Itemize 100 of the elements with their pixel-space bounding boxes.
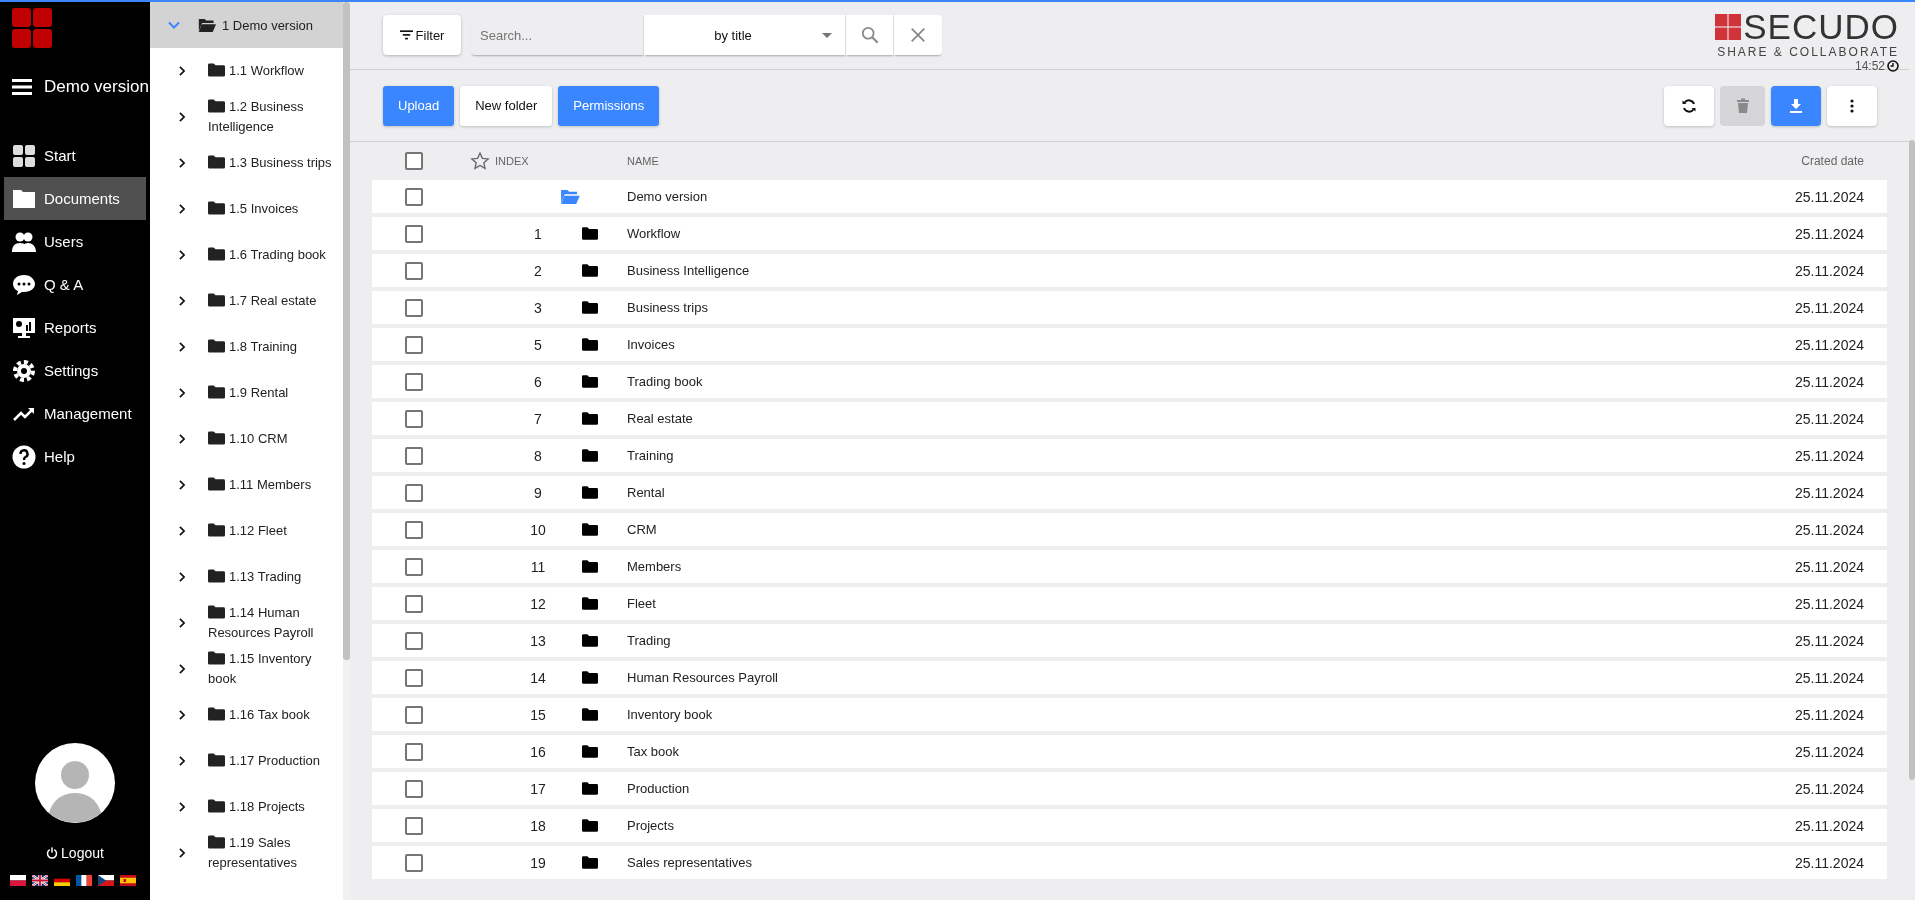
- table-row[interactable]: 14 Human Resources Payroll 25.11.2024: [372, 661, 1887, 694]
- clear-search-button[interactable]: [894, 15, 942, 55]
- nav-item[interactable]: Management: [4, 392, 146, 435]
- flag-icon[interactable]: [98, 875, 114, 886]
- row-checkbox[interactable]: [405, 261, 423, 280]
- tree-item[interactable]: 1.11 Members: [150, 462, 343, 508]
- scroll-bar[interactable]: [343, 2, 350, 660]
- logo-icon: [12, 8, 52, 48]
- tree-item[interactable]: 1.3 Business trips: [150, 140, 343, 186]
- row-checkbox[interactable]: [405, 520, 423, 539]
- table-row[interactable]: 13 Trading 25.11.2024: [372, 624, 1887, 657]
- row-checkbox[interactable]: [405, 705, 423, 724]
- flag-icon[interactable]: [76, 875, 92, 886]
- row-checkbox[interactable]: [405, 372, 423, 391]
- column-header[interactable]: INDEX: [495, 155, 529, 167]
- menu-button[interactable]: Demo version: [12, 72, 150, 102]
- nav-item[interactable]: Settings: [4, 349, 146, 392]
- table-row[interactable]: 18 Projects 25.11.2024: [372, 809, 1887, 842]
- chat-icon: [12, 272, 36, 297]
- star-icon[interactable]: [470, 151, 490, 171]
- nav-item[interactable]: Documents: [4, 177, 146, 220]
- table-row[interactable]: 5 Invoices 25.11.2024: [372, 328, 1887, 361]
- row-checkbox[interactable]: [405, 742, 423, 761]
- table-row[interactable]: 11 Members 25.11.2024: [372, 550, 1887, 583]
- table-row[interactable]: Demo version 25.11.2024: [372, 180, 1887, 213]
- tree-item[interactable]: 1.7 Real estate: [150, 278, 343, 324]
- flag-icon[interactable]: [32, 875, 48, 886]
- index-cell-text: 18: [529, 817, 547, 834]
- tree-item[interactable]: 1.1 Workflow: [150, 48, 343, 94]
- select-all-checkbox[interactable]: [405, 152, 423, 170]
- download-button[interactable]: [1771, 85, 1821, 126]
- folder-icon: [208, 293, 225, 307]
- table-row[interactable]: 6 Trading book 25.11.2024: [372, 365, 1887, 398]
- tree-item[interactable]: 1.19 Sales representatives: [150, 830, 343, 876]
- tree-item[interactable]: 1.2 Business Intelligence: [150, 94, 343, 140]
- tree-item[interactable]: 1 Demo version: [150, 2, 343, 48]
- tree-item[interactable]: 1.16 Tax book: [150, 692, 343, 738]
- tree-item[interactable]: 1.5 Invoices: [150, 186, 343, 232]
- row-checkbox[interactable]: [405, 557, 423, 576]
- name-cell-text: Training: [627, 448, 675, 463]
- date-cell-text: 25.11.2024: [1794, 188, 1865, 205]
- row-checkbox[interactable]: [405, 335, 423, 354]
- tree-item[interactable]: 1.6 Trading book: [150, 232, 343, 278]
- row-checkbox[interactable]: [405, 594, 423, 613]
- row-checkbox[interactable]: [405, 853, 423, 872]
- row-checkbox[interactable]: [405, 187, 423, 206]
- logout-button[interactable]: Logout: [46, 845, 104, 861]
- folder-icon: [208, 385, 225, 399]
- action-button[interactable]: New folder: [460, 85, 553, 126]
- tree-item[interactable]: 1.14 Human Resources Payroll: [150, 600, 343, 646]
- table-row[interactable]: 2 Business Intelligence 25.11.2024: [372, 254, 1887, 287]
- nav-item[interactable]: Start: [4, 134, 146, 177]
- nav-item[interactable]: Help: [4, 435, 146, 478]
- search-by-dropdown[interactable]: by title: [644, 15, 846, 55]
- index-cell-text: 16: [529, 743, 547, 760]
- column-header[interactable]: Crated date: [1801, 154, 1887, 168]
- row-checkbox[interactable]: [405, 631, 423, 650]
- row-checkbox[interactable]: [405, 483, 423, 502]
- nav-item[interactable]: Q & A: [4, 263, 146, 306]
- tree-item[interactable]: 1.13 Trading: [150, 554, 343, 600]
- table-row[interactable]: 19 Sales representatives 25.11.2024: [372, 846, 1887, 879]
- folder-icon: [582, 671, 598, 684]
- table-row[interactable]: 12 Fleet 25.11.2024: [372, 587, 1887, 620]
- tree-item[interactable]: 1.18 Projects: [150, 784, 343, 830]
- row-checkbox[interactable]: [405, 446, 423, 465]
- tree-item[interactable]: 1.9 Rental: [150, 370, 343, 416]
- table-row[interactable]: 8 Training 25.11.2024: [372, 439, 1887, 472]
- row-checkbox[interactable]: [405, 816, 423, 835]
- table-row[interactable]: 16 Tax book 25.11.2024: [372, 735, 1887, 768]
- row-checkbox[interactable]: [405, 668, 423, 687]
- column-header[interactable]: NAME: [627, 155, 1687, 167]
- nav-item[interactable]: Users: [4, 220, 146, 263]
- scroll-bar[interactable]: [1909, 140, 1915, 780]
- name-cell-text: Inventory book: [627, 707, 714, 722]
- row-checkbox[interactable]: [405, 409, 423, 428]
- table-row[interactable]: 1 Workflow 25.11.2024: [372, 217, 1887, 250]
- search-button[interactable]: [846, 15, 894, 55]
- table-row[interactable]: 7 Real estate 25.11.2024: [372, 402, 1887, 435]
- name-cell-text: CRM: [627, 522, 658, 537]
- table-row[interactable]: 3 Business trips 25.11.2024: [372, 291, 1887, 324]
- index-cell-text: 13: [529, 632, 547, 649]
- table-row[interactable]: 15 Inventory book 25.11.2024: [372, 698, 1887, 731]
- chevron-icon: [177, 525, 187, 537]
- table-row[interactable]: 17 Production 25.11.2024: [372, 772, 1887, 805]
- tree-item[interactable]: 1.15 Inventory book: [150, 646, 343, 692]
- filter-button[interactable]: Filter: [383, 15, 461, 55]
- row-checkbox[interactable]: [405, 298, 423, 317]
- name-cell-text: Rental: [627, 485, 666, 500]
- tree-item[interactable]: 1.12 Fleet: [150, 508, 343, 554]
- folder-icon: [582, 560, 598, 573]
- row-checkbox[interactable]: [405, 224, 423, 243]
- row-checkbox[interactable]: [405, 779, 423, 798]
- tree-item[interactable]: 1.10 CRM: [150, 416, 343, 462]
- table-row[interactable]: 10 CRM 25.11.2024: [372, 513, 1887, 546]
- nav-item[interactable]: Reports: [4, 306, 146, 349]
- tree-item[interactable]: 1.17 Production: [150, 738, 343, 784]
- refresh-button[interactable]: [1664, 85, 1714, 126]
- chevron-icon: [177, 111, 187, 123]
- table-row[interactable]: 9 Rental 25.11.2024: [372, 476, 1887, 509]
- tree-item[interactable]: 1.8 Training: [150, 324, 343, 370]
